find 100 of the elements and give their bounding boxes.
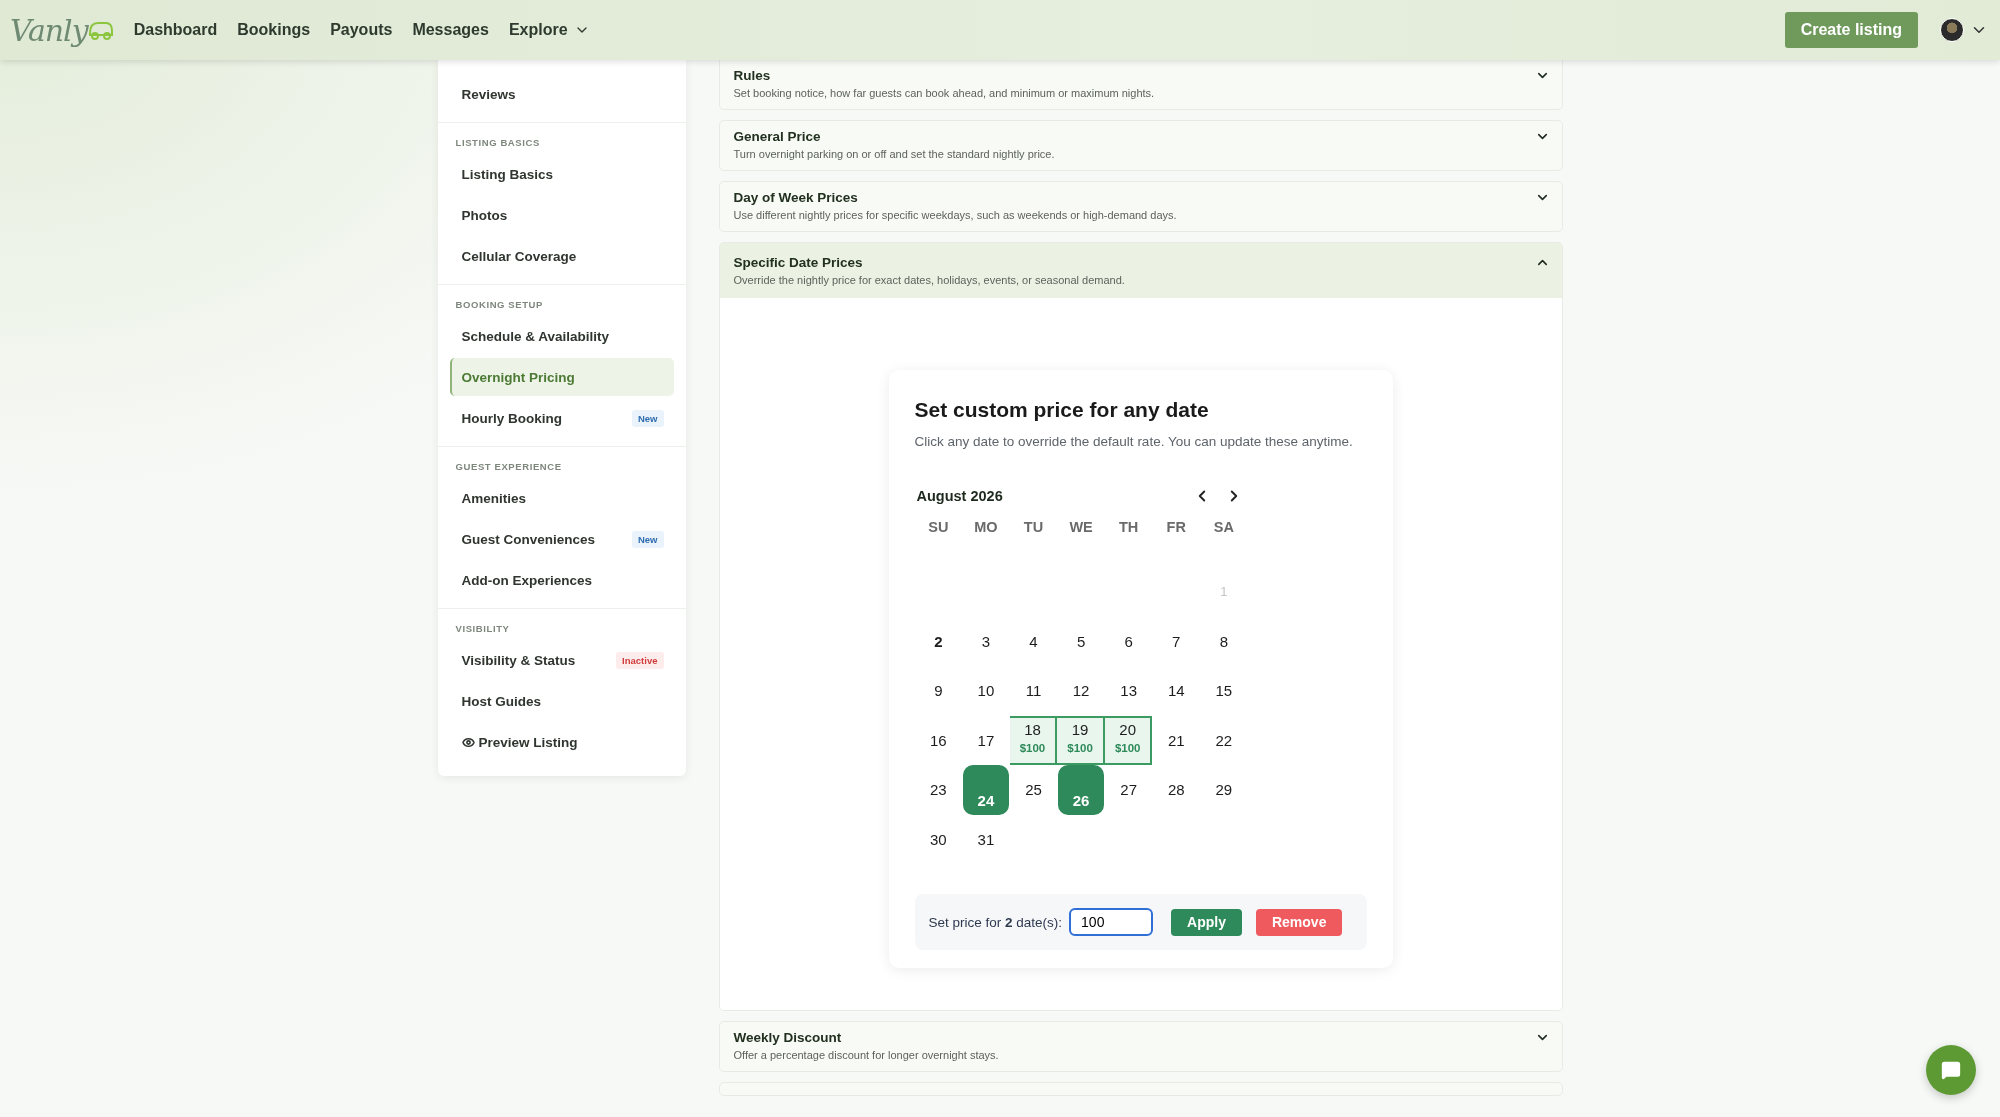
calendar-day[interactable]: 5 (1057, 616, 1105, 666)
day-number: 21 (1167, 731, 1185, 749)
sidebar-item[interactable]: Cellular Coverage (449, 237, 674, 275)
calendar-day[interactable]: 6 (1104, 616, 1153, 666)
day-number: 7 (1172, 632, 1181, 650)
avatar[interactable] (1940, 18, 1964, 42)
sidebar-item[interactable]: Overnight Pricing (449, 358, 674, 396)
day-number: 5 (1076, 632, 1086, 650)
calendar-day[interactable]: 31 (962, 814, 1010, 864)
sidebar-item[interactable]: Guest Conveniences New (449, 520, 674, 558)
chat-button[interactable] (1926, 1045, 1976, 1095)
calendar-day[interactable]: 16 (914, 715, 963, 765)
item-label: Photos (461, 207, 508, 223)
calendar-day[interactable]: 27 (1104, 765, 1153, 815)
calendar-day[interactable]: 12 (1057, 666, 1105, 716)
calendar-day[interactable]: 20 $100 (1104, 715, 1153, 765)
nav-link[interactable]: Explore (508, 21, 590, 39)
day-number: 1 (1220, 584, 1228, 600)
weekday-label: FR (1165, 519, 1187, 537)
day-number: 20 (1119, 720, 1136, 738)
day-number: 18 (1024, 720, 1041, 738)
sidebar-item[interactable]: Hourly Booking New (449, 399, 674, 437)
day-number: 28 (1167, 781, 1185, 799)
calendar-day[interactable]: 26 (1058, 765, 1105, 815)
day-number: 24 (977, 791, 995, 809)
day-number: 12 (1072, 682, 1090, 700)
calendar-day[interactable]: 23 (914, 765, 963, 815)
item-label: Cellular Coverage (461, 248, 577, 264)
accordion-header[interactable]: Rules Set booking notice, how far guests can book ahead, and minimum or maximum nights. (719, 60, 1562, 109)
sidebar-item[interactable]: Amenities (449, 479, 674, 517)
item-label: Hourly Booking (461, 410, 562, 426)
calendar-day[interactable]: 25 (1009, 765, 1058, 815)
accordion-header[interactable]: Weekly Discount Offer a percentage discount for longer overnight stays. (719, 1022, 1562, 1071)
sidebar-item[interactable]: Schedule & Availability (449, 317, 674, 355)
calendar-day[interactable]: 21 (1152, 715, 1201, 765)
calendar-day[interactable]: 17 (962, 715, 1010, 765)
day-number: 30 (929, 830, 947, 848)
item-label: Overnight Pricing (461, 369, 575, 385)
accordion-title: Weekly Discount (733, 1030, 843, 1045)
weekday-label: WE (1068, 519, 1094, 537)
sidebar-item[interactable]: Add-on Experiences (449, 561, 674, 599)
calendar-day[interactable]: 24 (962, 765, 1009, 815)
calendar-day[interactable]: 13 (1104, 666, 1153, 716)
item-label: Visibility & Status (461, 652, 576, 668)
calendar-day[interactable]: 8 (1200, 616, 1248, 666)
weekday-label: TH (1118, 519, 1140, 537)
calendar-day[interactable]: 18 $100 (1009, 715, 1058, 765)
item-label: Reviews (461, 86, 516, 102)
calendar-day[interactable]: 14 (1152, 666, 1201, 716)
item-label: Listing Basics (461, 166, 554, 182)
calendar-day[interactable]: 3 (962, 616, 1010, 666)
card-title: Set custom price for any date (914, 398, 1210, 422)
accordion-description: Override the nightly price for exact dates, holidays, events, or seasonal demand. (733, 274, 1125, 286)
status-badge: New (631, 409, 664, 427)
day-number: 26 (1072, 791, 1090, 809)
day-number: 2 (934, 632, 943, 650)
item-label: Guest Conveniences (461, 531, 596, 547)
calendar-day[interactable]: 29 (1200, 765, 1248, 815)
day-price: $100 (1067, 741, 1093, 754)
calendar-day[interactable]: 11 (1009, 666, 1058, 716)
accordion-title: Day of Week Prices (733, 190, 859, 205)
section-heading: LISTING BASICS (454, 136, 541, 150)
sidebar-item[interactable]: Photos (449, 196, 674, 234)
calendar-day[interactable]: 19 $100 (1057, 715, 1105, 765)
chat-icon (1941, 1060, 1961, 1080)
item-label: Schedule & Availability (461, 328, 610, 344)
accordion-header[interactable]: General Price Turn overnight parking on or off and set the standard nightly price. (719, 121, 1562, 170)
calendar-day[interactable]: 7 (1152, 616, 1201, 666)
weekday-label: MO (973, 519, 999, 537)
weekday-label: TU (1022, 519, 1045, 537)
accordion-title: Rules (733, 68, 772, 83)
day-number: 27 (1120, 781, 1137, 799)
calendar-day[interactable]: 10 (962, 666, 1010, 716)
calendar-day[interactable]: 22 (1200, 715, 1248, 765)
apply-button[interactable]: Apply (1171, 908, 1242, 936)
sidebar-item[interactable]: Visibility & Status Inactive (449, 641, 674, 679)
accordion-header[interactable]: Day of Week Prices Use different nightly prices for specific weekdays, such as weekends or high-demand days. (719, 182, 1562, 231)
calendar-day[interactable]: 2 (914, 616, 963, 666)
calendar-day[interactable]: 4 (1009, 616, 1058, 666)
section-heading: VISIBILITY (454, 622, 511, 636)
nav-link[interactable]: Payouts (330, 21, 393, 39)
weekday-label: SU (927, 519, 950, 537)
sidebar-item[interactable]: Listing Basics (449, 155, 674, 193)
van-icon (87, 19, 114, 41)
nav-link[interactable]: Dashboard (133, 21, 218, 39)
calendar-day[interactable]: 9 (914, 666, 963, 716)
sidebar-item[interactable]: Host Guides (449, 682, 674, 720)
calendar-day[interactable]: 28 (1152, 765, 1201, 815)
nav-link[interactable]: Bookings (237, 21, 311, 39)
month-label: August 2026 (916, 488, 1003, 504)
calendar-day[interactable]: 15 (1200, 666, 1248, 716)
nav-link[interactable]: Messages (412, 21, 489, 39)
item-label: Host Guides (461, 693, 541, 709)
price-input[interactable]: 100 (1069, 908, 1154, 936)
preview-listing-link[interactable]: Preview Listing (449, 723, 674, 761)
accordion-header[interactable]: Specific Date Prices Override the nightly price for exact dates, holidays, events, or seasonal demand. (719, 243, 1562, 298)
day-price: $100 (1114, 741, 1141, 754)
sidebar-item[interactable]: Reviews (449, 75, 674, 113)
status-badge: Inactive (616, 651, 664, 669)
calendar-day[interactable]: 30 (914, 814, 963, 864)
